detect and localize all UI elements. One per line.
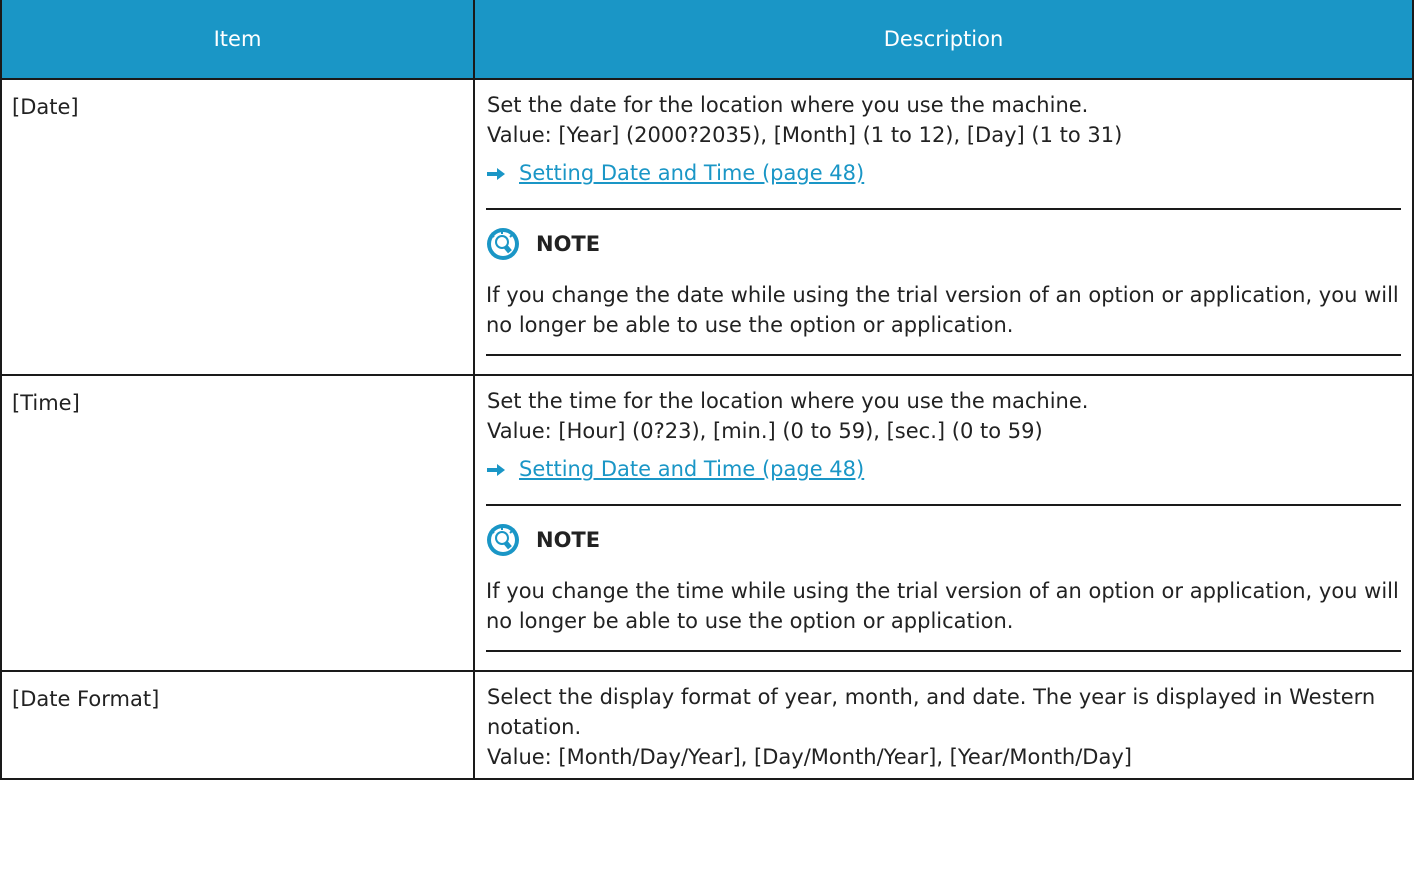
row-spacer	[487, 356, 1400, 374]
header-item: Item	[2, 0, 475, 78]
right-arrow-icon	[487, 462, 505, 476]
table-row-date: [Date] Set the date for the location whe…	[2, 80, 1412, 376]
description-cell: Set the date for the location where you …	[475, 80, 1412, 374]
description-cell: Select the display format of year, month…	[475, 672, 1412, 778]
item-cell: [Date Format]	[2, 672, 475, 778]
setting-date-time-link[interactable]: Setting Date and Time (page 48)	[519, 457, 864, 481]
reference-link-row: Setting Date and Time (page 48)	[487, 450, 1400, 488]
table-header: Item Description	[2, 0, 1412, 80]
note-box: NOTE If you change the time while using …	[486, 504, 1401, 652]
note-box: NOTE If you change the date while using …	[486, 208, 1401, 356]
description-cell: Set the time for the location where you …	[475, 376, 1412, 670]
lightbulb-note-icon	[486, 523, 520, 557]
item-cell: [Date]	[2, 80, 475, 374]
setting-date-time-link[interactable]: Setting Date and Time (page 48)	[519, 161, 864, 185]
lightbulb-note-icon	[486, 227, 520, 261]
reference-link-row: Setting Date and Time (page 48)	[487, 154, 1400, 192]
note-body: If you change the time while using the t…	[486, 579, 1399, 633]
row-spacer	[487, 652, 1400, 670]
item-cell: [Time]	[2, 376, 475, 670]
value-text: Value: [Month/Day/Year], [Day/Month/Year…	[487, 745, 1132, 769]
right-arrow-icon	[487, 166, 505, 180]
description-text: Set the time for the location where you …	[487, 389, 1089, 413]
note-header: NOTE	[486, 520, 1401, 560]
note-header: NOTE	[486, 224, 1401, 264]
note-title: NOTE	[536, 528, 601, 552]
settings-table: Item Description [Date] Set the date for…	[0, 0, 1414, 780]
value-text: Value: [Year] (2000?2035), [Month] (1 to…	[487, 123, 1123, 147]
note-body: If you change the date while using the t…	[486, 283, 1399, 337]
note-title: NOTE	[536, 232, 601, 256]
value-text: Value: [Hour] (0?23), [min.] (0 to 59), …	[487, 419, 1043, 443]
table-row-date-format: [Date Format] Select the display format …	[2, 672, 1412, 780]
description-text: Select the display format of year, month…	[487, 685, 1376, 739]
table-row-time: [Time] Set the time for the location whe…	[2, 376, 1412, 672]
description-text: Set the date for the location where you …	[487, 93, 1089, 117]
header-description: Description	[883, 27, 1004, 51]
